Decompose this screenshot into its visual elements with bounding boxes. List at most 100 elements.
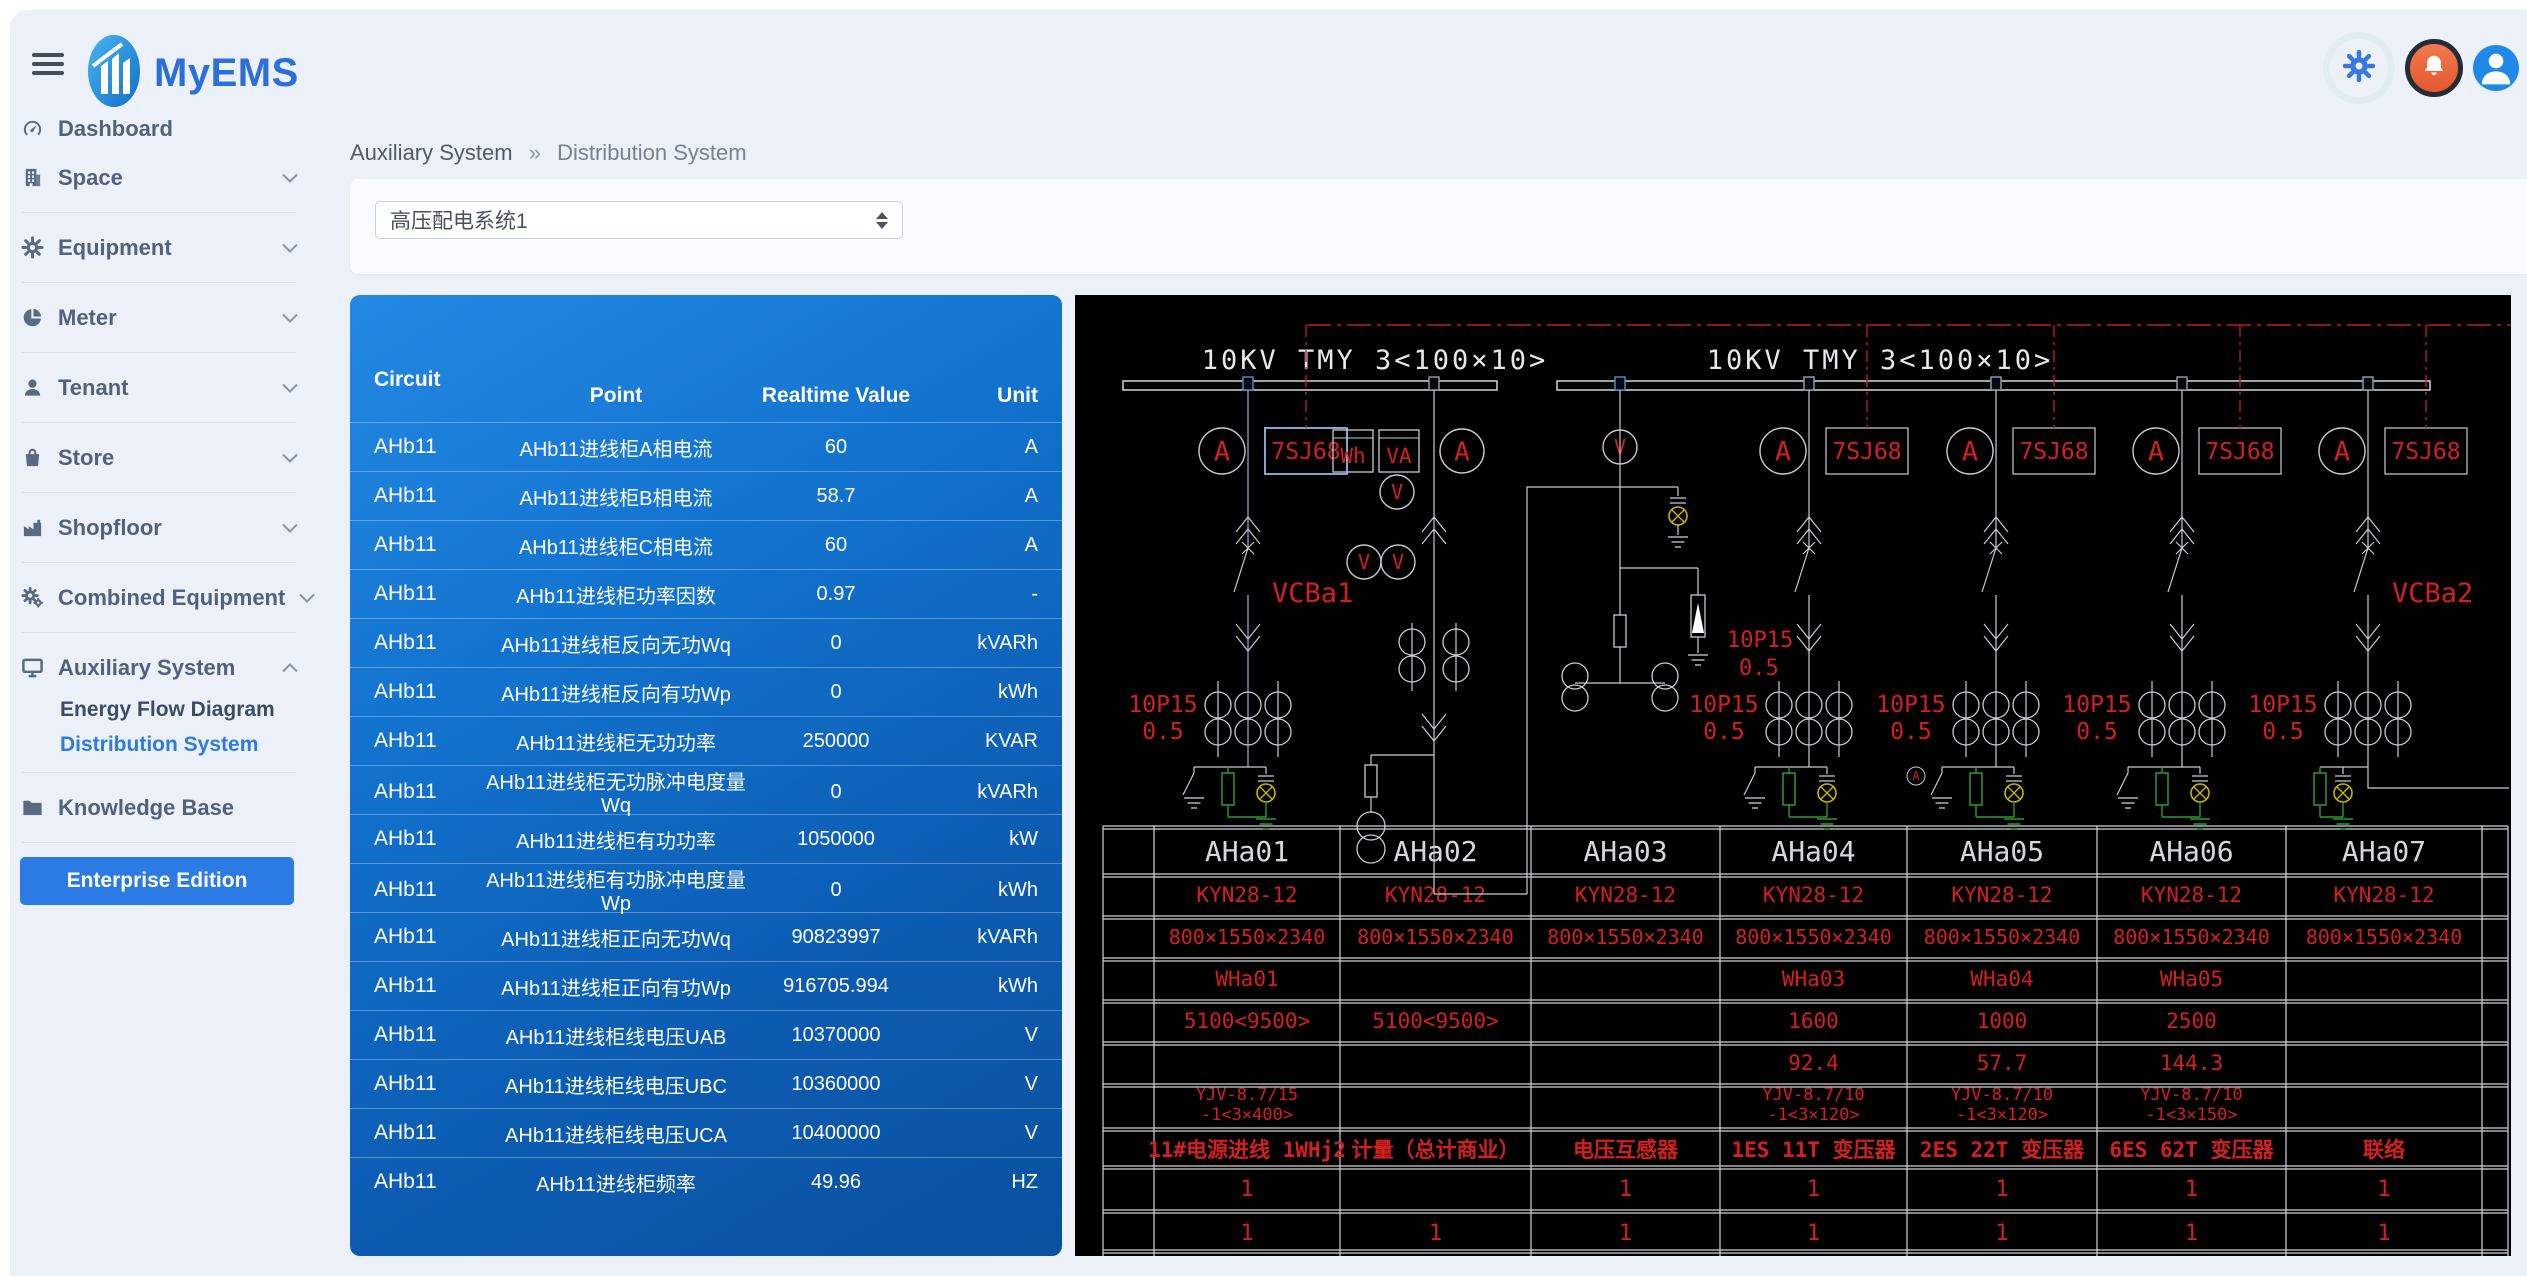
distribution-diagram-panel: 10KV TMY 3<100×10>10KV TMY 3<100×10>A7SJ…	[1075, 295, 2511, 1256]
realtime-table-row: AHb11AHb11进线柜正向无功Wq90823997kVARh	[350, 912, 1062, 961]
svg-text:800×1550×2340: 800×1550×2340	[1357, 925, 1514, 949]
realtime-table-row: AHb11AHb11进线柜无功脉冲电度量Wq0kVARh	[350, 765, 1062, 814]
realtime-table-row: AHb11AHb11进线柜无功功率250000KVAR	[350, 716, 1062, 765]
svg-text:WHa04: WHa04	[1970, 967, 2033, 991]
monitor-icon	[20, 656, 44, 680]
realtime-table-row: AHb11AHb11进线柜功率因数0.97-	[350, 569, 1062, 618]
sidebar: DashboardSpace Equipment Meter Tenant Store S…	[10, 104, 310, 1276]
svg-text:0.5: 0.5	[1890, 719, 1932, 745]
svg-text:144.3: 144.3	[2160, 1051, 2223, 1075]
svg-text:A: A	[2148, 437, 2164, 468]
realtime-table-row: AHb11AHb11进线柜正向有功Wp916705.994kWh	[350, 961, 1062, 1010]
svg-text:AHa06: AHa06	[2149, 835, 2233, 868]
sidebar-item-equipment[interactable]: Equipment	[20, 223, 298, 272]
svg-text:5100<9500>: 5100<9500>	[1184, 1009, 1310, 1033]
svg-text:800×1550×2340: 800×1550×2340	[1169, 925, 1326, 949]
svg-text:0.5: 0.5	[1142, 719, 1184, 745]
svg-text:A: A	[1454, 437, 1470, 467]
chevron-down-icon	[280, 383, 298, 393]
svg-text:A: A	[1912, 769, 1920, 783]
svg-text:计量（总计商业）: 计量（总计商业）	[1352, 1138, 1520, 1162]
distribution-system-select[interactable]: 高压配电系统1	[375, 201, 903, 239]
svg-text:800×1550×2340: 800×1550×2340	[2113, 925, 2270, 949]
svg-text:10P15: 10P15	[2248, 692, 2317, 718]
svg-text:YJV-8.7/10: YJV-8.7/10	[1951, 1085, 2053, 1105]
svg-text:A: A	[1214, 437, 1230, 468]
sidebar-subitem-distribution-system[interactable]: Distribution System	[20, 727, 298, 762]
sidebar-item-combined-equipment[interactable]: Combined Equipment	[20, 573, 298, 622]
sidebar-item-dashboard[interactable]: Dashboard	[20, 104, 298, 153]
sidebar-item-knowledge-base[interactable]: Knowledge Base	[20, 783, 298, 832]
sidebar-item-space[interactable]: Space	[20, 153, 298, 202]
svg-text:KYN28-12: KYN28-12	[1196, 883, 1297, 907]
svg-text:Wh: Wh	[1340, 444, 1365, 468]
svg-text:联络: 联络	[2363, 1138, 2405, 1162]
notifications-button[interactable]	[2405, 39, 2463, 97]
svg-text:6ES 62T 变压器: 6ES 62T 变压器	[2109, 1138, 2274, 1162]
svg-text:AHa04: AHa04	[1771, 835, 1855, 868]
divider	[22, 352, 296, 353]
bell-icon	[2421, 53, 2447, 84]
svg-text:2500: 2500	[2166, 1009, 2217, 1033]
realtime-table-row: AHb11AHb11进线柜频率49.96HZ	[350, 1157, 1062, 1206]
folder-icon	[20, 796, 44, 820]
sidebar-item-meter[interactable]: Meter	[20, 293, 298, 342]
svg-text:KYN28-12: KYN28-12	[1951, 883, 2052, 907]
svg-text:电压互感器: 电压互感器	[1573, 1138, 1679, 1162]
user-avatar-button[interactable]	[2473, 45, 2519, 91]
svg-text:A: A	[1962, 437, 1978, 468]
sidebar-item-label: Store	[58, 445, 266, 471]
realtime-table-row: AHb11AHb11进线柜线电压UCA10400000V	[350, 1108, 1062, 1157]
sidebar-item-shopfloor[interactable]: Shopfloor	[20, 503, 298, 552]
svg-text:YJV-8.7/10: YJV-8.7/10	[2140, 1085, 2242, 1105]
breadcrumb-current: Distribution System	[557, 140, 747, 165]
svg-text:VA: VA	[1386, 444, 1412, 468]
svg-text:800×1550×2340: 800×1550×2340	[1735, 925, 1892, 949]
svg-text:7SJ68: 7SJ68	[2205, 439, 2274, 465]
sidebar-item-tenant[interactable]: Tenant	[20, 363, 298, 412]
svg-text:800×1550×2340: 800×1550×2340	[1924, 925, 2081, 949]
myems-logo[interactable]: MyEMS	[86, 32, 299, 115]
svg-text:V: V	[1391, 480, 1403, 504]
chevron-down-icon	[280, 173, 298, 183]
svg-text:YJV-8.7/15: YJV-8.7/15	[1196, 1085, 1298, 1105]
svg-text:KYN28-12: KYN28-12	[1385, 883, 1486, 907]
realtime-table-row: AHb11AHb11进线柜C相电流60A	[350, 520, 1062, 569]
svg-text:V: V	[1358, 550, 1370, 574]
chevron-down-icon	[280, 453, 298, 463]
svg-text:800×1550×2340: 800×1550×2340	[1547, 925, 1704, 949]
svg-text:10P15: 10P15	[1689, 692, 1758, 718]
logo-text: MyEMS	[154, 51, 299, 96]
svg-text:10P15: 10P15	[2062, 692, 2131, 718]
svg-text:0.5: 0.5	[2262, 719, 2304, 745]
realtime-table-row: AHb11AHb11进线柜B相电流58.7A	[350, 471, 1062, 520]
divider	[22, 772, 296, 773]
svg-text:1ES 11T 变压器: 1ES 11T 变压器	[1731, 1138, 1896, 1162]
svg-text:A: A	[1775, 437, 1791, 468]
svg-text:5100<9500>: 5100<9500>	[1372, 1009, 1498, 1033]
divider	[22, 212, 296, 213]
svg-text:1: 1	[1807, 1221, 1820, 1246]
settings-button[interactable]	[2323, 32, 2395, 104]
sidebar-item-auxiliary-system[interactable]: Auxiliary System	[20, 643, 298, 692]
sidebar-subitem-energy-flow-diagram[interactable]: Energy Flow Diagram	[20, 692, 298, 727]
divider	[22, 562, 296, 563]
svg-text:-1<3×120>: -1<3×120>	[1767, 1105, 1859, 1125]
building-icon	[20, 166, 44, 190]
breadcrumb-parent: Auxiliary System	[350, 140, 513, 165]
menu-toggle-button[interactable]	[32, 53, 64, 80]
sidebar-item-label: Shopfloor	[58, 515, 266, 541]
realtime-table-row: AHb11AHb11进线柜线电压UAB10370000V	[350, 1010, 1062, 1059]
svg-text:V: V	[1392, 550, 1404, 574]
sidebar-item-store[interactable]: Store	[20, 433, 298, 482]
person-icon	[20, 376, 44, 400]
realtime-table-row: AHb11AHb11进线柜A相电流60A	[350, 422, 1062, 471]
svg-text:1: 1	[2185, 1177, 2198, 1202]
svg-text:WHa05: WHa05	[2160, 967, 2223, 991]
top-bar: MyEMS	[10, 10, 2527, 130]
realtime-table-row: AHb11AHb11进线柜有功脉冲电度量Wp0kWh	[350, 863, 1062, 912]
svg-text:7SJ68: 7SJ68	[2391, 439, 2460, 465]
single-line-diagram: 10KV TMY 3<100×10>10KV TMY 3<100×10>A7SJ…	[1075, 295, 2511, 1256]
user-icon	[2476, 46, 2516, 91]
enterprise-edition-button[interactable]: Enterprise Edition	[20, 857, 294, 905]
